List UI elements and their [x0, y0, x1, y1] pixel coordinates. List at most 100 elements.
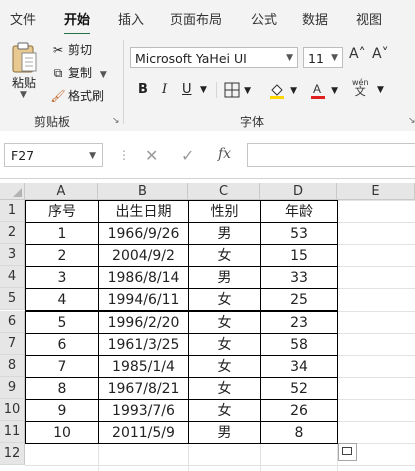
table-cell[interactable]: 男 — [188, 266, 261, 290]
table-cell[interactable]: 7 — [25, 354, 99, 378]
table-cell[interactable]: 8 — [25, 376, 99, 400]
font-color-button[interactable]: A ▼ — [309, 80, 338, 100]
row-header-8[interactable]: 8 — [0, 354, 25, 377]
scissors-icon: ✂ — [52, 43, 64, 57]
header-cell[interactable]: 年龄 — [260, 200, 338, 224]
name-box[interactable]: F27 ▼ — [4, 143, 103, 167]
row-header-12[interactable]: 12 — [0, 443, 25, 466]
tab-file[interactable]: 文件 — [10, 9, 36, 28]
bold-button[interactable]: B — [138, 80, 148, 100]
table-cell[interactable]: 25 — [260, 288, 338, 312]
table-cell[interactable]: 2 — [25, 244, 99, 268]
header-cell[interactable]: 序号 — [25, 200, 99, 224]
table-cell[interactable]: 女 — [188, 398, 261, 422]
table-cell[interactable]: 1996/2/20 — [98, 310, 189, 334]
table-cell[interactable]: 4 — [25, 288, 99, 312]
table-cell[interactable]: 58 — [260, 332, 338, 356]
phonetic-guide-button[interactable]: wén 文 — [352, 78, 369, 97]
format-painter-button[interactable]: 🖌 格式刷 — [50, 87, 104, 105]
column-header-e[interactable]: E — [337, 183, 415, 200]
column-header-c[interactable]: C — [188, 183, 260, 200]
cut-button[interactable]: ✂ 剪切 — [50, 41, 92, 59]
borders-button[interactable]: ▼ — [224, 80, 251, 100]
table-cell[interactable]: 1966/9/26 — [98, 222, 189, 246]
row-header-10[interactable]: 10 — [0, 398, 25, 421]
table-cell[interactable]: 9 — [25, 398, 99, 422]
table-cell[interactable]: 53 — [260, 222, 338, 246]
table-cell[interactable]: 2004/9/2 — [98, 244, 189, 268]
table-cell[interactable]: 52 — [260, 376, 338, 400]
table-cell[interactable]: 33 — [260, 266, 338, 290]
clipboard-launcher-icon[interactable]: ↘ — [112, 116, 120, 126]
tab-insert[interactable]: 插入 — [118, 9, 144, 28]
copy-icon: ⧉ — [53, 66, 63, 80]
copy-button[interactable]: ⧉ 复制 ▼ — [50, 64, 107, 82]
row-header-4[interactable]: 4 — [0, 266, 25, 289]
quick-analysis-icon[interactable] — [338, 443, 357, 461]
increase-font-size-button[interactable]: A˄ — [349, 46, 366, 62]
table-cell[interactable]: 10 — [25, 421, 99, 445]
header-cell[interactable]: 出生日期 — [98, 200, 189, 224]
column-header-b[interactable]: B — [98, 183, 188, 200]
chevron-down-icon: ▼ — [286, 53, 293, 63]
decrease-font-size-button[interactable]: A˅ — [372, 46, 389, 62]
column-header-a[interactable]: A — [25, 183, 98, 200]
tab-data[interactable]: 数据 — [302, 9, 328, 28]
table-cell[interactable]: 5 — [25, 310, 99, 334]
italic-button[interactable]: I — [162, 80, 167, 100]
more-options-icon: ⋮ — [118, 148, 130, 162]
font-launcher-icon[interactable]: ↘ — [408, 116, 415, 126]
table-cell[interactable]: 1993/7/6 — [98, 398, 189, 422]
font-name-select[interactable]: Microsoft YaHei UI ▼ — [130, 47, 298, 68]
underline-dropdown-icon[interactable]: ▼ — [200, 80, 207, 100]
enter-check-icon[interactable]: ✓ — [181, 146, 194, 165]
table-cell[interactable]: 女 — [188, 244, 261, 268]
table-cell[interactable]: 1985/1/4 — [98, 354, 189, 378]
phonetic-dropdown-icon[interactable]: ▼ — [377, 80, 384, 100]
table-cell[interactable]: 3 — [25, 266, 99, 290]
copy-dropdown-icon[interactable]: ▼ — [100, 70, 107, 80]
table-cell[interactable]: 26 — [260, 398, 338, 422]
row-header-1[interactable]: 1 — [0, 200, 25, 223]
table-cell[interactable]: 女 — [188, 332, 261, 356]
tab-formulas[interactable]: 公式 — [251, 9, 277, 28]
row-header-2[interactable]: 2 — [0, 222, 25, 245]
header-cell[interactable]: 性别 — [188, 200, 261, 224]
table-cell[interactable]: 1986/8/14 — [98, 266, 189, 290]
underline-button[interactable]: U — [182, 80, 192, 100]
row-header-11[interactable]: 11 — [0, 421, 25, 444]
table-cell[interactable]: 1 — [25, 222, 99, 246]
table-cell[interactable]: 男 — [188, 421, 261, 445]
table-cell[interactable]: 男 — [188, 222, 261, 246]
table-cell[interactable]: 女 — [188, 354, 261, 378]
table-cell[interactable]: 6 — [25, 332, 99, 356]
row-header-7[interactable]: 7 — [0, 332, 25, 355]
table-cell[interactable]: 1967/8/21 — [98, 376, 189, 400]
column-header-d[interactable]: D — [260, 183, 337, 200]
table-cell[interactable]: 1994/6/11 — [98, 288, 189, 312]
tab-home[interactable]: 开始 — [64, 9, 91, 36]
paste-label[interactable]: 粘贴 — [12, 74, 36, 91]
table-cell[interactable]: 1961/3/25 — [98, 332, 189, 356]
table-cell[interactable]: 女 — [188, 310, 261, 334]
table-cell[interactable]: 34 — [260, 354, 338, 378]
tab-view[interactable]: 视图 — [356, 9, 382, 28]
table-cell[interactable]: 23 — [260, 310, 338, 334]
select-all-button[interactable] — [0, 183, 25, 200]
table-cell[interactable]: 2011/5/9 — [98, 421, 189, 445]
row-header-9[interactable]: 9 — [0, 376, 25, 399]
font-size-select[interactable]: 11 ▼ — [303, 47, 343, 68]
table-cell[interactable]: 8 — [260, 421, 338, 445]
table-cell[interactable]: 女 — [188, 376, 261, 400]
row-header-3[interactable]: 3 — [0, 244, 25, 267]
tab-page-layout[interactable]: 页面布局 — [170, 9, 222, 28]
paste-dropdown-icon[interactable]: ▼ — [20, 90, 27, 100]
table-cell[interactable]: 15 — [260, 244, 338, 268]
fill-color-button[interactable]: ▼ — [268, 80, 297, 100]
row-header-6[interactable]: 6 — [0, 310, 25, 333]
insert-function-icon[interactable]: fx — [218, 146, 231, 162]
table-cell[interactable]: 女 — [188, 288, 261, 312]
cancel-icon[interactable]: ✕ — [145, 146, 158, 165]
row-header-5[interactable]: 5 — [0, 288, 25, 311]
formula-input[interactable] — [247, 143, 415, 167]
